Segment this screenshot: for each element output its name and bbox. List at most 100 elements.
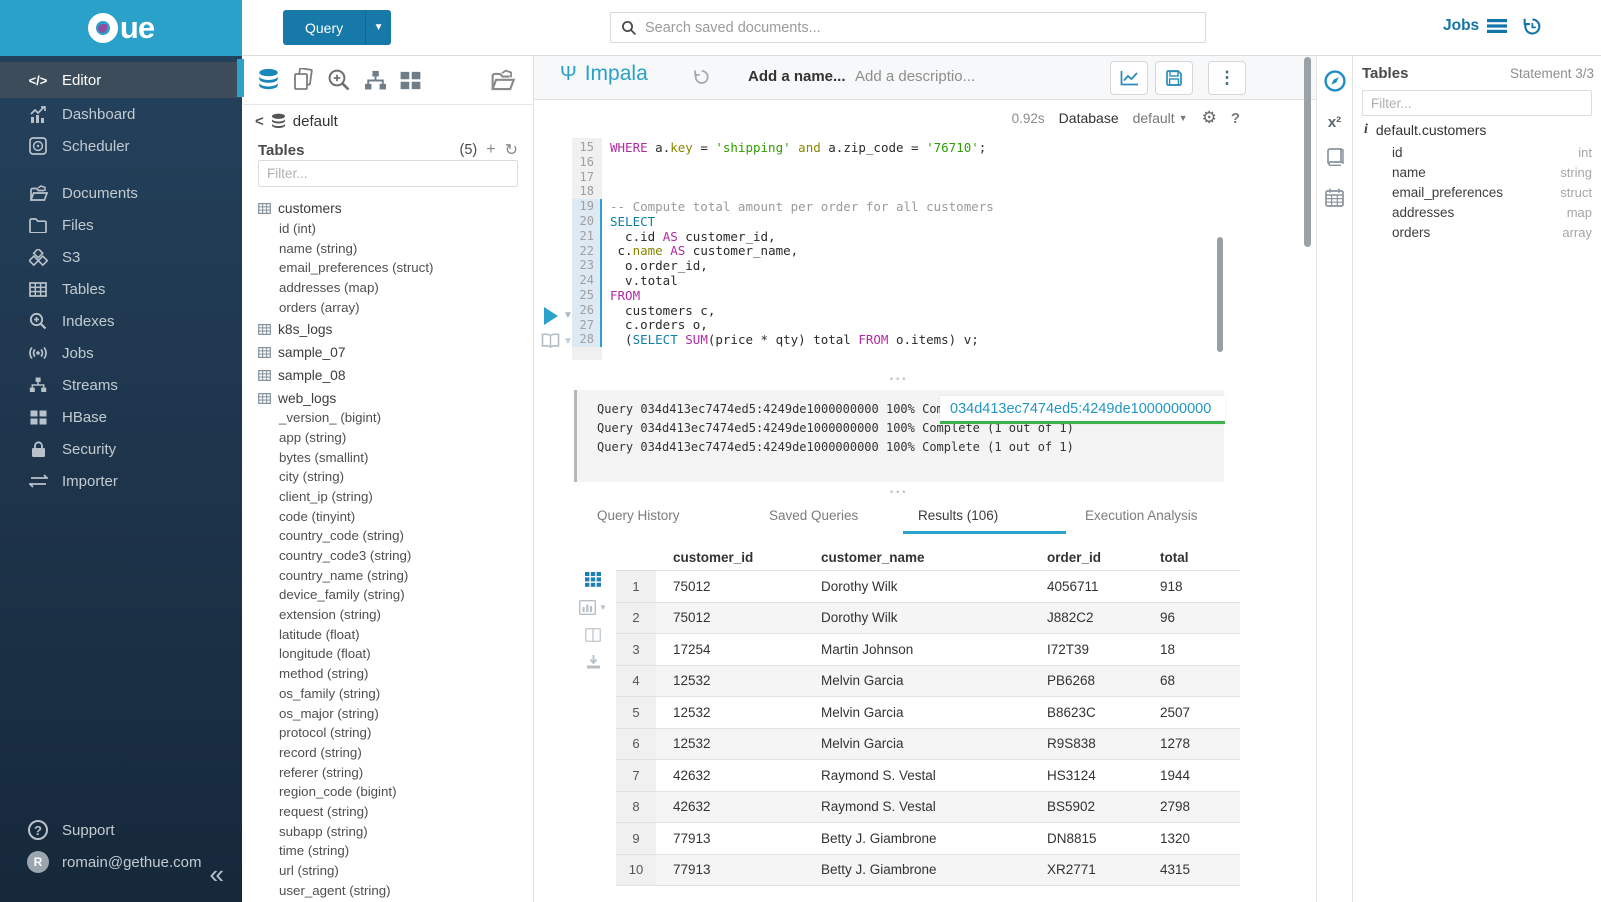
table-list-item[interactable]: client_ip (string) bbox=[258, 487, 526, 507]
language-reference-icon[interactable] bbox=[541, 333, 560, 353]
add-table-icon[interactable]: + bbox=[486, 141, 495, 159]
sidebar-item-streams[interactable]: Streams bbox=[0, 369, 242, 401]
sidebar-item-support[interactable]: ? Support bbox=[0, 814, 242, 846]
code-line[interactable]: 23 o.order_id, bbox=[572, 258, 1272, 273]
query-dropdown-caret-icon[interactable]: ▼ bbox=[365, 10, 391, 45]
code-line[interactable]: 22 c.name AS customer_name, bbox=[572, 244, 1272, 259]
tab-execution-analysis[interactable]: Execution Analysis bbox=[1085, 508, 1198, 523]
code-line[interactable]: 18 bbox=[572, 184, 1272, 199]
sql-editor[interactable]: 15 WHERE a.key = 'shipping' and a.zip_co… bbox=[572, 140, 1272, 347]
search-input[interactable] bbox=[645, 20, 1195, 36]
sidebar-item-s3[interactable]: S3 bbox=[0, 241, 242, 273]
sidebar-item-tables[interactable]: Tables bbox=[0, 273, 242, 305]
sidebar-item-importer[interactable]: Importer bbox=[0, 465, 242, 497]
column-header[interactable]: total bbox=[1139, 550, 1240, 565]
sidebar-item-security[interactable]: Security bbox=[0, 433, 242, 465]
query-id-link[interactable]: 034d413ec7474ed5:4249de1000000000 bbox=[940, 396, 1225, 424]
sidebar-item-editor[interactable]: </> Editor bbox=[0, 62, 242, 98]
table-list-item[interactable]: k8s_logs bbox=[258, 320, 526, 340]
table-list-item[interactable]: sample_07 bbox=[258, 343, 526, 363]
sidebar-item-hbase[interactable]: HBase bbox=[0, 401, 242, 433]
column-row[interactable]: orders array bbox=[1392, 223, 1592, 243]
schedule-calendar-icon[interactable] bbox=[1325, 188, 1344, 212]
chart-button[interactable] bbox=[1110, 61, 1148, 95]
table-list-item[interactable]: url (string) bbox=[258, 861, 526, 881]
execute-query-button[interactable] bbox=[544, 307, 558, 325]
functions-icon[interactable]: x² bbox=[1328, 114, 1341, 131]
tab-query-history[interactable]: Query History bbox=[597, 508, 680, 523]
table-list-item[interactable]: _version_ (bigint) bbox=[258, 408, 526, 428]
database-assist-icon[interactable] bbox=[258, 68, 279, 92]
tables-filter-input[interactable] bbox=[258, 160, 518, 187]
table-list-item[interactable]: id (int) bbox=[258, 219, 526, 239]
active-table-row[interactable]: i default.customers bbox=[1364, 122, 1486, 138]
table-list-item[interactable]: device_family (string) bbox=[258, 585, 526, 605]
tab-saved-queries[interactable]: Saved Queries bbox=[769, 508, 858, 523]
search-assist-icon[interactable] bbox=[327, 68, 351, 92]
table-list-item[interactable]: time (string) bbox=[258, 841, 526, 861]
active-table-name[interactable]: default.customers bbox=[1376, 122, 1487, 138]
column-header[interactable]: customer_name bbox=[804, 550, 1026, 565]
sidebar-item-indexes[interactable]: Indexes bbox=[0, 305, 242, 337]
table-list-item[interactable]: country_code3 (string) bbox=[258, 546, 526, 566]
global-search[interactable] bbox=[610, 12, 1206, 43]
column-header[interactable]: customer_id bbox=[656, 550, 804, 565]
more-actions-button[interactable]: ⋮ bbox=[1208, 61, 1246, 95]
table-list-item[interactable]: country_name (string) bbox=[258, 565, 526, 585]
code-line[interactable]: 20 SELECT bbox=[572, 214, 1272, 229]
query-name-field[interactable]: Add a name... bbox=[748, 68, 846, 85]
table-row[interactable]: 4 12532 Melvin Garcia PB6268 68 bbox=[616, 666, 1240, 698]
table-list-item[interactable]: subapp (string) bbox=[258, 821, 526, 841]
table-list-item[interactable]: web_logs bbox=[258, 388, 526, 408]
code-line[interactable]: 17 bbox=[572, 170, 1272, 185]
code-line[interactable]: 21 c.id AS customer_id, bbox=[572, 229, 1272, 244]
database-breadcrumb[interactable]: < default bbox=[255, 113, 338, 130]
code-line[interactable]: 27 c.orders o, bbox=[572, 318, 1272, 333]
resize-handle-dots[interactable]: ••• bbox=[890, 487, 908, 497]
sidebar-item-jobs[interactable]: Jobs bbox=[0, 337, 242, 369]
reference-caret-icon[interactable]: ▼ bbox=[563, 336, 573, 347]
table-list-item[interactable]: method (string) bbox=[258, 664, 526, 684]
table-list-item[interactable]: country_code (string) bbox=[258, 526, 526, 546]
table-row[interactable]: 6 12532 Melvin Garcia R9S838 1278 bbox=[616, 729, 1240, 761]
sidebar-item-documents[interactable]: Documents bbox=[0, 177, 242, 209]
sidebar-item-scheduler[interactable]: Scheduler bbox=[0, 130, 242, 162]
tab-results[interactable]: Results (106) bbox=[918, 508, 998, 523]
table-row[interactable]: 5 12532 Melvin Garcia B8623C 2507 bbox=[616, 697, 1240, 729]
apps-grid-assist-icon[interactable] bbox=[400, 71, 421, 90]
code-line[interactable]: 28 (SELECT SUM(price * qty) total FROM o… bbox=[572, 332, 1272, 347]
table-list-item[interactable]: user_agent (string) bbox=[258, 880, 526, 900]
table-list-item[interactable]: latitude (float) bbox=[258, 624, 526, 644]
info-icon[interactable]: i bbox=[1364, 122, 1368, 138]
table-list-item[interactable]: longitude (float) bbox=[258, 644, 526, 664]
resize-handle-dots[interactable]: ••• bbox=[890, 374, 908, 384]
sidebar-item-dashboard[interactable]: Dashboard bbox=[0, 98, 242, 130]
new-query-button-label[interactable]: Query bbox=[283, 10, 365, 45]
jobs-link[interactable]: Jobs bbox=[1443, 17, 1507, 35]
table-list-item[interactable]: os_family (string) bbox=[258, 684, 526, 704]
columns-view-icon[interactable] bbox=[585, 628, 601, 642]
new-query-button[interactable]: Query ▼ bbox=[283, 10, 391, 45]
table-row[interactable]: 7 42632 Raymond S. Vestal HS3124 1944 bbox=[616, 760, 1240, 792]
code-line[interactable]: 26 customers c, bbox=[572, 303, 1272, 318]
table-list-item[interactable]: os_major (string) bbox=[258, 703, 526, 723]
chart-view-icon[interactable]: ▼ bbox=[579, 600, 607, 615]
query-versions-icon[interactable] bbox=[692, 68, 710, 91]
table-row[interactable]: 3 17254 Martin Johnson I72T39 18 bbox=[616, 634, 1240, 666]
table-list-item[interactable]: app (string) bbox=[258, 428, 526, 448]
save-button[interactable] bbox=[1155, 61, 1193, 95]
code-line[interactable]: 25 FROM bbox=[572, 288, 1272, 303]
execute-options-caret-icon[interactable]: ▼ bbox=[563, 310, 573, 321]
table-row[interactable]: 2 75012 Dorothy Wilk J882C2 96 bbox=[616, 603, 1240, 635]
table-list-item[interactable]: email_preferences (struct) bbox=[258, 258, 526, 278]
back-chevron-icon[interactable]: < bbox=[255, 113, 264, 130]
table-row[interactable]: 10 77913 Betty J. Giambrone XR2771 4315 bbox=[616, 855, 1240, 887]
refresh-tables-icon[interactable]: ↻ bbox=[505, 140, 518, 160]
documents-assist-icon[interactable] bbox=[292, 68, 314, 92]
sidebar-collapse-icon[interactable]: « bbox=[210, 859, 224, 890]
sidebar-item-user[interactable]: R romain@gethue.com bbox=[0, 846, 242, 878]
download-icon[interactable] bbox=[586, 655, 601, 669]
grid-view-icon[interactable] bbox=[585, 572, 601, 587]
code-line[interactable]: 24 v.total bbox=[572, 273, 1272, 288]
sidebar-item-files[interactable]: Files bbox=[0, 209, 242, 241]
